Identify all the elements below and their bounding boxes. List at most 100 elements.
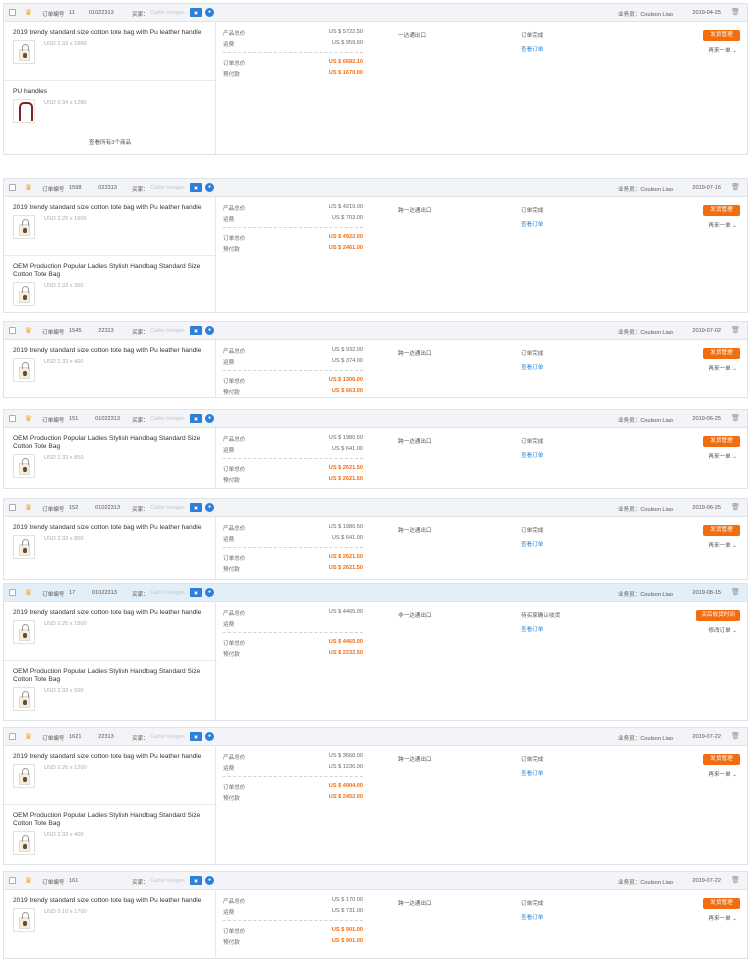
more-actions-dropdown[interactable]: 再来一单 ⌄: [708, 541, 737, 549]
product-thumbnail[interactable]: [13, 40, 35, 64]
salesperson-dropdown[interactable]: 业务员：Coulson Liao: [618, 505, 673, 513]
select-checkbox[interactable]: [9, 733, 16, 740]
trash-icon[interactable]: 🗑: [731, 327, 740, 335]
view-order-link[interactable]: 查看订单: [521, 913, 543, 921]
view-order-link[interactable]: 查看订单: [521, 540, 543, 548]
more-actions-dropdown[interactable]: 再来一单 ⌄: [708, 46, 737, 54]
product-price-quantity: USD 0.34 x 1280: [44, 100, 87, 106]
select-checkbox[interactable]: [9, 327, 16, 334]
action-button[interactable]: 发货管理: [703, 436, 740, 447]
salesperson-dropdown[interactable]: 业务员：Coulson Liao: [618, 328, 673, 336]
action-button[interactable]: 发货管理: [703, 754, 740, 765]
product-thumbnail[interactable]: [13, 908, 35, 932]
product-thumbnail[interactable]: [13, 282, 35, 306]
chat-icon[interactable]: ●: [205, 588, 214, 597]
trash-icon[interactable]: 🗑: [731, 415, 740, 423]
product-item: OEM Production Popular Ladies Stylish Ha…: [4, 804, 216, 860]
select-checkbox[interactable]: [9, 415, 16, 422]
salesperson-dropdown[interactable]: 业务员：Coulson Liao: [618, 185, 673, 193]
product-name[interactable]: 2019 trendy standard size cotton tote ba…: [13, 897, 213, 905]
select-checkbox[interactable]: [9, 9, 16, 16]
chat-icon[interactable]: ●: [205, 503, 214, 512]
shipping-value: US $ 374.00: [331, 358, 363, 364]
trash-icon[interactable]: 🗑: [731, 589, 740, 597]
action-button[interactable]: 买后收货时间: [696, 610, 740, 621]
contact-card-icon[interactable]: ▣: [190, 326, 202, 335]
chat-icon[interactable]: ●: [205, 732, 214, 741]
product-name[interactable]: 2019 trendy standard size cotton tote ba…: [13, 29, 213, 37]
action-button[interactable]: 发货管理: [703, 30, 740, 41]
buyer-name: Carlin Vanges: [150, 416, 185, 422]
trash-icon[interactable]: 🗑: [731, 184, 740, 192]
action-button[interactable]: 发货管理: [703, 205, 740, 216]
prepaid-label: 预付款: [223, 390, 240, 396]
order-body: 2019 trendy standard size cotton tote ba…: [4, 890, 747, 958]
contact-card-icon[interactable]: ▣: [190, 414, 202, 423]
select-checkbox[interactable]: [9, 504, 16, 511]
more-actions-dropdown[interactable]: 再来一单 ⌄: [708, 452, 737, 460]
trash-icon[interactable]: 🗑: [731, 877, 740, 885]
product-name[interactable]: OEM Production Popular Ladies Stylish Ha…: [13, 812, 213, 828]
product-thumbnail[interactable]: [13, 535, 35, 559]
salesperson-dropdown[interactable]: 业务员：Coulson Liao: [618, 416, 673, 424]
more-actions-dropdown[interactable]: 再来一单 ⌄: [708, 914, 737, 922]
action-button[interactable]: 发货管理: [703, 898, 740, 909]
product-thumbnail[interactable]: [13, 764, 35, 788]
more-actions-dropdown[interactable]: 再来一单 ⌄: [708, 364, 737, 372]
product-column: 2019 trendy standard size cotton tote ba…: [4, 746, 216, 864]
product-thumbnail[interactable]: [13, 831, 35, 855]
product-thumbnail[interactable]: [13, 454, 35, 478]
select-checkbox[interactable]: [9, 877, 16, 884]
view-order-link[interactable]: 查看订单: [521, 625, 543, 633]
contact-card-icon[interactable]: ▣: [190, 503, 202, 512]
product-name[interactable]: 2019 trendy standard size cotton tote ba…: [13, 753, 213, 761]
trash-icon[interactable]: 🗑: [731, 504, 740, 512]
contact-card-icon[interactable]: ▣: [190, 183, 202, 192]
view-order-link[interactable]: 查看订单: [521, 45, 543, 53]
chat-icon[interactable]: ●: [205, 414, 214, 423]
chat-icon[interactable]: ●: [205, 183, 214, 192]
product-name[interactable]: 2019 trendy standard size cotton tote ba…: [13, 524, 213, 532]
view-order-link[interactable]: 查看订单: [521, 769, 543, 777]
product-thumbnail[interactable]: [13, 687, 35, 711]
product-name[interactable]: OEM Production Popular Ladies Stylish Ha…: [13, 263, 213, 279]
product-thumbnail[interactable]: [13, 620, 35, 644]
product-name[interactable]: 2019 trendy standard size cotton tote ba…: [13, 204, 213, 212]
select-checkbox[interactable]: [9, 184, 16, 191]
view-all-products-link[interactable]: 查看所有3个商品: [4, 138, 216, 146]
order-status: 待买家确认收货: [521, 613, 561, 619]
product-name[interactable]: OEM Production Popular Ladies Stylish Ha…: [13, 435, 213, 451]
view-order-link[interactable]: 查看订单: [521, 451, 543, 459]
product-column: 2019 trendy standard size cotton tote ba…: [4, 340, 216, 397]
bag-image-icon: [19, 835, 30, 852]
contact-card-icon[interactable]: ▣: [190, 8, 202, 17]
action-button[interactable]: 发货管理: [703, 348, 740, 359]
chat-icon[interactable]: ●: [205, 876, 214, 885]
chat-icon[interactable]: ●: [205, 326, 214, 335]
trash-icon[interactable]: 🗑: [731, 9, 740, 17]
view-order-link[interactable]: 查看订单: [521, 220, 543, 228]
product-thumbnail[interactable]: [13, 358, 35, 382]
more-actions-dropdown[interactable]: 再来一单 ⌄: [708, 221, 737, 229]
product-name[interactable]: PU handles: [13, 88, 213, 96]
more-actions-dropdown[interactable]: 修改订单 ⌄: [708, 626, 737, 634]
select-checkbox[interactable]: [9, 589, 16, 596]
salesperson-dropdown[interactable]: 业务员：Coulson Liao: [618, 10, 673, 18]
view-order-link[interactable]: 查看订单: [521, 363, 543, 371]
product-name[interactable]: 2019 trendy standard size cotton tote ba…: [13, 609, 213, 617]
salesperson-dropdown[interactable]: 业务员：Coulson Liao: [618, 734, 673, 742]
product-thumbnail[interactable]: [13, 215, 35, 239]
product-name[interactable]: 2019 trendy standard size cotton tote ba…: [13, 347, 213, 355]
salesperson-dropdown[interactable]: 业务员：Coulson Liao: [618, 878, 673, 886]
chat-icon[interactable]: ●: [205, 8, 214, 17]
contact-card-icon[interactable]: ▣: [190, 588, 202, 597]
salesperson-dropdown[interactable]: 业务员：Coulson Liao: [618, 590, 673, 598]
contact-card-icon[interactable]: ▣: [190, 732, 202, 741]
product-name[interactable]: OEM Production Popular Ladies Stylish Ha…: [13, 668, 213, 684]
trash-icon[interactable]: 🗑: [731, 733, 740, 741]
more-actions-dropdown[interactable]: 再来一单 ⌄: [708, 770, 737, 778]
product-thumbnail[interactable]: [13, 99, 35, 123]
action-button[interactable]: 发货管理: [703, 525, 740, 536]
order-body: 2019 trendy standard size cotton tote ba…: [4, 197, 747, 312]
contact-card-icon[interactable]: ▣: [190, 876, 202, 885]
